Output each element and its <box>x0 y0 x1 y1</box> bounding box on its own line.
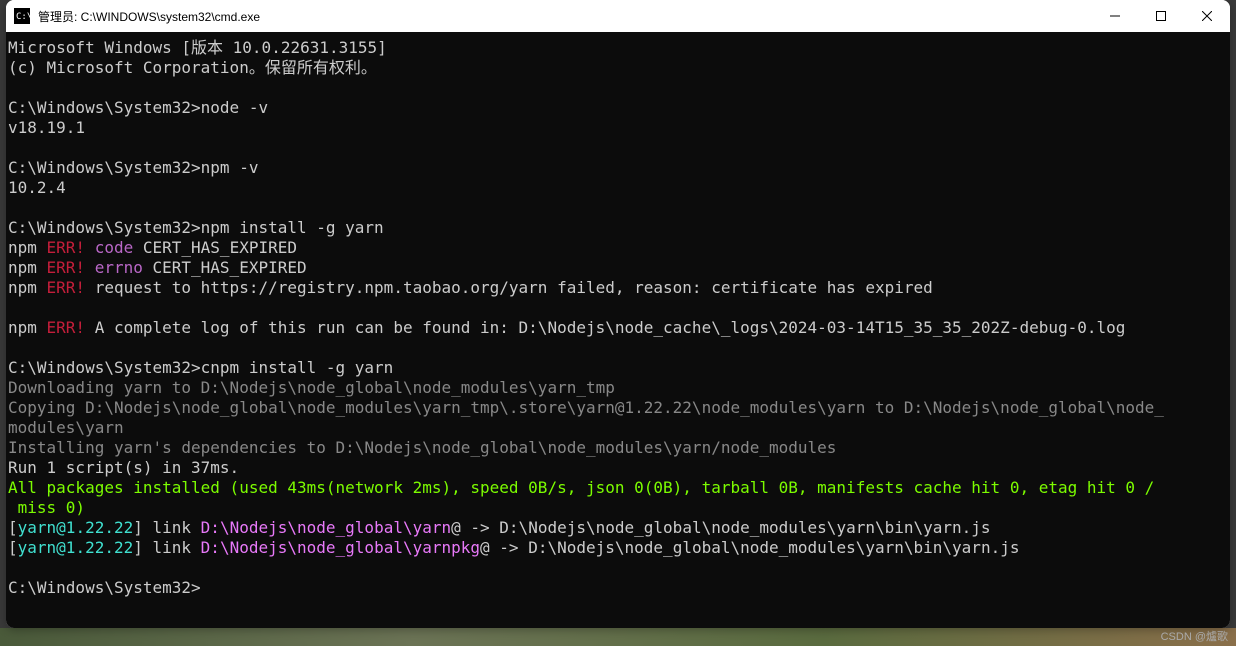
minimize-button[interactable] <box>1092 0 1138 32</box>
terminal-line <box>8 198 1230 218</box>
terminal-line <box>8 78 1230 98</box>
terminal-line <box>8 138 1230 158</box>
terminal-line: Downloading yarn to D:\Nodejs\node_globa… <box>8 378 1230 398</box>
terminal-line: C:\Windows\System32>npm install -g yarn <box>8 218 1230 238</box>
terminal-line: Run 1 script(s) in 37ms. <box>8 458 1230 478</box>
maximize-button[interactable] <box>1138 0 1184 32</box>
terminal-line: miss 0) <box>8 498 1230 518</box>
terminal-line: [yarn@1.22.22] link D:\Nodejs\node_globa… <box>8 518 1230 538</box>
terminal-line: C:\Windows\System32>npm -v <box>8 158 1230 178</box>
terminal-line: Microsoft Windows [版本 10.0.22631.3155] <box>8 38 1230 58</box>
terminal-line <box>8 558 1230 578</box>
terminal-line: npm ERR! errno CERT_HAS_EXPIRED <box>8 258 1230 278</box>
close-button[interactable] <box>1184 0 1230 32</box>
terminal-line: C:\Windows\System32>cnpm install -g yarn <box>8 358 1230 378</box>
terminal-line: All packages installed (used 43ms(networ… <box>8 478 1230 498</box>
cmd-icon: C:\ <box>14 8 30 24</box>
cmd-window: C:\ 管理员: C:\WINDOWS\system32\cmd.exe Mic… <box>6 0 1230 628</box>
terminal-line: [yarn@1.22.22] link D:\Nodejs\node_globa… <box>8 538 1230 558</box>
terminal-line: npm ERR! A complete log of this run can … <box>8 318 1230 338</box>
terminal-line: npm ERR! code CERT_HAS_EXPIRED <box>8 238 1230 258</box>
titlebar[interactable]: C:\ 管理员: C:\WINDOWS\system32\cmd.exe <box>6 0 1230 32</box>
svg-text:C:\: C:\ <box>16 12 30 22</box>
terminal-line <box>8 338 1230 358</box>
terminal-line: (c) Microsoft Corporation。保留所有权利。 <box>8 58 1230 78</box>
window-title: 管理员: C:\WINDOWS\system32\cmd.exe <box>38 8 1092 25</box>
terminal-line: npm ERR! request to https://registry.npm… <box>8 278 1230 298</box>
window-controls <box>1092 0 1230 32</box>
terminal-line: 10.2.4 <box>8 178 1230 198</box>
background-strip <box>0 628 1236 646</box>
terminal-line: modules\yarn <box>8 418 1230 438</box>
terminal-line: C:\Windows\System32>node -v <box>8 98 1230 118</box>
terminal-line: C:\Windows\System32> <box>8 578 1230 598</box>
terminal-line <box>8 298 1230 318</box>
terminal-line: Copying D:\Nodejs\node_global\node_modul… <box>8 398 1230 418</box>
terminal-line: Installing yarn's dependencies to D:\Nod… <box>8 438 1230 458</box>
watermark: CSDN @爐歌 <box>1161 628 1228 644</box>
terminal-output[interactable]: Microsoft Windows [版本 10.0.22631.3155](c… <box>6 32 1230 628</box>
terminal-line: v18.19.1 <box>8 118 1230 138</box>
